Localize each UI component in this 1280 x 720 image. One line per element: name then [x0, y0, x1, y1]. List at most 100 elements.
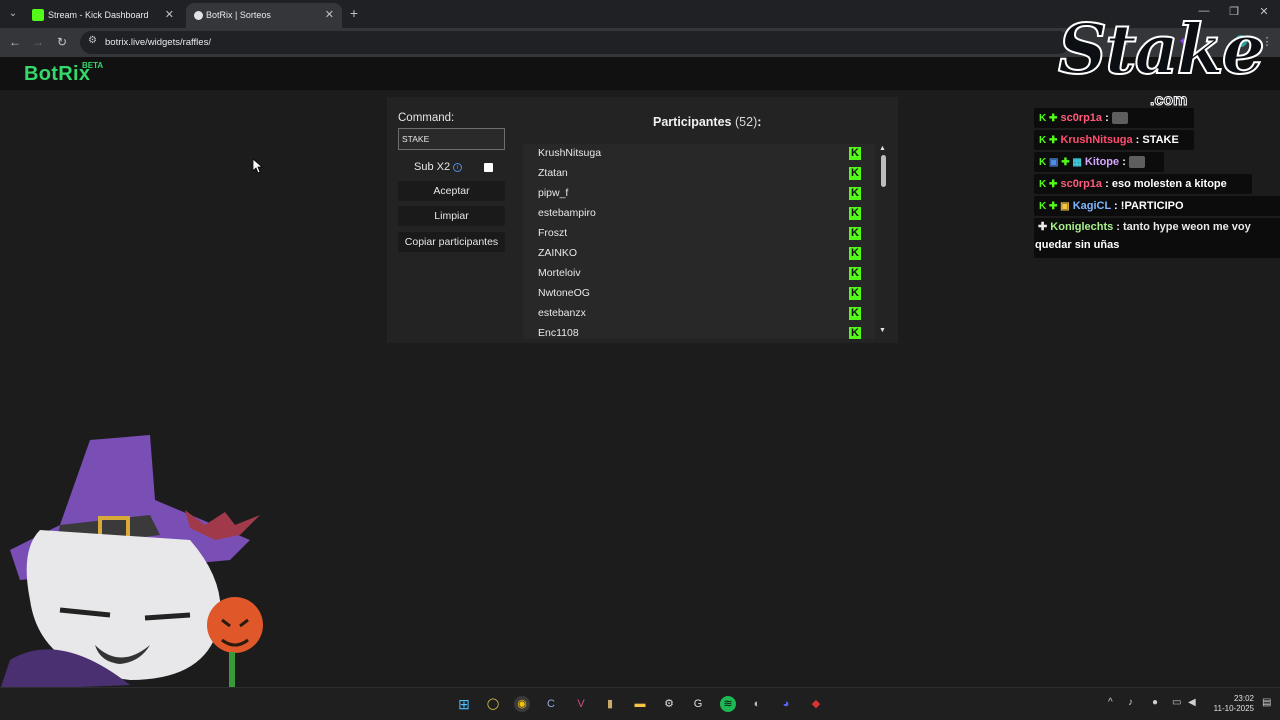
participant-row[interactable]: estebanzx K	[523, 304, 863, 324]
system-clock[interactable]: 23:02 11-10-2025	[1204, 694, 1254, 714]
chat-message: K ✚ KrushNitsuga : STAKE	[1034, 130, 1194, 150]
discord-icon[interactable]: ◕	[778, 696, 794, 712]
kick-icon: K	[849, 327, 861, 339]
kick-icon: K	[849, 167, 861, 180]
stake-logo: Stake .com	[1057, 9, 1266, 115]
stream-chat-overlay: K ✚ sc0rp1a : K ✚ KrushNitsuga : STAKE K…	[1034, 108, 1280, 258]
close-tab-icon[interactable]: ✕	[325, 3, 334, 28]
botrix-logo[interactable]: BotRix	[24, 63, 90, 86]
participants-list[interactable]: KrushNitsuga K Ztatan K pipw_f K estebampir…	[523, 144, 875, 339]
participant-name: NwtoneOG	[538, 287, 590, 299]
tab-label: BotRix | Sorteos	[206, 10, 271, 20]
file-explorer-icon[interactable]: ▬	[632, 696, 648, 712]
mic-icon[interactable]: ●	[1152, 697, 1158, 708]
clock-time: 23:02	[1233, 694, 1254, 703]
logitech-icon[interactable]: G	[690, 696, 706, 712]
app-gear-icon[interactable]: ⚙	[661, 696, 677, 712]
participants-colon: :	[757, 115, 762, 129]
screen: ⌄ Stream - Kick Dashboard ✕ BotRix | Sor…	[0, 0, 1280, 720]
participant-row[interactable]: pipw_f K	[523, 184, 863, 204]
accept-button[interactable]: Aceptar	[398, 181, 505, 201]
chat-text: !PARTICIPO	[1117, 200, 1184, 212]
clear-button[interactable]: Limpiar	[398, 206, 505, 226]
participant-row[interactable]: KrushNitsuga K	[523, 144, 863, 164]
participant-row[interactable]: Froszt K	[523, 224, 863, 244]
chat-separator: :	[1111, 200, 1118, 212]
chat-text: : tanto hype weon me voy	[1113, 221, 1251, 233]
botrix-favicon-icon	[194, 11, 203, 20]
participant-row[interactable]: Morteloiv K	[523, 264, 863, 284]
opera-gx-icon[interactable]: ◯	[485, 696, 501, 712]
witch-cat-mascot	[0, 435, 263, 690]
participant-name: estebampiro	[538, 207, 596, 219]
chat-badges-icon: K ▣ ✚ ▦	[1039, 157, 1082, 168]
participants-label: Participantes	[653, 115, 732, 129]
stake-domain: .com	[1149, 92, 1188, 110]
chrome-icon[interactable]: ◉	[514, 696, 530, 712]
participant-name: pipw_f	[538, 187, 569, 199]
reload-icon[interactable]: ↻	[54, 34, 70, 50]
back-icon[interactable]: ←	[7, 34, 23, 50]
clock-date: 11-10-2025	[1213, 704, 1254, 713]
command-label: Command:	[398, 112, 455, 124]
chat-username: KrushNitsuga	[1060, 134, 1133, 146]
kick-icon: K	[849, 307, 861, 320]
chat-text: eso molesten a kitope	[1108, 178, 1227, 190]
forward-icon[interactable]: →	[30, 34, 46, 50]
participants-title: Participantes (52):	[653, 115, 761, 129]
chat-badges-icon: K ✚	[1039, 179, 1058, 190]
chat-message: K ✚ sc0rp1a : eso molesten a kitope	[1034, 174, 1252, 194]
kick-favicon-icon	[32, 9, 44, 21]
scrollbar-thumb[interactable]	[881, 155, 886, 187]
app-red-icon[interactable]: ◆	[808, 696, 824, 712]
address-bar[interactable]: ⚙ botrix.live/widgets/raffles/	[80, 31, 1070, 54]
url-text[interactable]: botrix.live/widgets/raffles/	[105, 31, 211, 54]
raffle-panel: Command: Sub X2 i Aceptar Limpiar Copiar…	[387, 97, 898, 343]
tab-kick-dashboard[interactable]: Stream - Kick Dashboard ✕	[22, 3, 182, 28]
tab-botrix-sorteos[interactable]: BotRix | Sorteos ✕	[186, 3, 342, 28]
tray-chevron-icon[interactable]: ^	[1108, 697, 1113, 708]
participant-row[interactable]: NwtoneOG K	[523, 284, 863, 304]
chat-message: K ▣ ✚ ▦ Kitope :	[1034, 152, 1164, 172]
participant-row[interactable]: estebampiro K	[523, 204, 863, 224]
windows-taskbar: ⊞ ◯ ◉ C V ▮ ▬ ⚙ G ≋ ◐ ◕ ◆ ^ ♪ ● ▭ ◀ 23:0…	[0, 687, 1280, 720]
chat-separator: :	[1102, 178, 1109, 190]
app-dark-icon[interactable]: ◐	[749, 696, 765, 712]
app-c-icon[interactable]: C	[543, 696, 559, 712]
kick-icon: K	[849, 207, 861, 220]
chat-emote-icon	[1128, 156, 1145, 169]
start-menu-icon[interactable]: ⊞	[456, 696, 472, 712]
scroll-up-arrow-icon[interactable]: ▲	[879, 145, 886, 152]
spotify-icon[interactable]: ≋	[720, 696, 736, 712]
beta-badge: BETA	[82, 61, 104, 70]
notification-icon[interactable]: ▤	[1262, 697, 1271, 708]
volume-icon[interactable]: ◀	[1188, 697, 1196, 708]
close-tab-icon[interactable]: ✕	[165, 3, 174, 28]
chat-badges-icon: ✚	[1038, 221, 1048, 233]
speaker-icon[interactable]: ♪	[1128, 697, 1133, 708]
scroll-down-arrow-icon[interactable]: ▼	[879, 327, 886, 334]
participant-row[interactable]: Enc1108 K	[523, 324, 863, 339]
tab-search-icon[interactable]: ⌄	[6, 7, 20, 21]
command-input[interactable]	[398, 128, 505, 150]
app-book-icon[interactable]: ▮	[602, 696, 618, 712]
network-icon[interactable]: ▭	[1172, 697, 1181, 708]
chat-badges-icon: K ✚	[1039, 113, 1058, 124]
info-icon[interactable]: i	[453, 163, 462, 172]
participant-name: estebanzx	[538, 307, 586, 319]
new-tab-button[interactable]: +	[346, 5, 362, 21]
chat-text: STAKE	[1139, 134, 1179, 146]
chat-message: ✚ Koniglechts : tanto hype weon me voy q…	[1034, 218, 1280, 258]
chat-username: sc0rp1a	[1060, 178, 1103, 190]
kick-icon: K	[849, 187, 861, 200]
participant-name: Ztatan	[538, 167, 568, 179]
participant-row[interactable]: Ztatan K	[523, 164, 863, 184]
participant-row[interactable]: ZAINKO K	[523, 244, 863, 264]
sub-x2-checkbox[interactable]	[484, 163, 493, 172]
app-v-icon[interactable]: V	[573, 696, 589, 712]
kick-icon: K	[849, 267, 861, 280]
copy-participants-button[interactable]: Copiar participantes	[398, 232, 505, 252]
chat-badges-icon: K ✚	[1039, 135, 1058, 146]
participant-name: Morteloiv	[538, 267, 581, 279]
site-info-icon[interactable]: ⚙	[88, 35, 97, 46]
